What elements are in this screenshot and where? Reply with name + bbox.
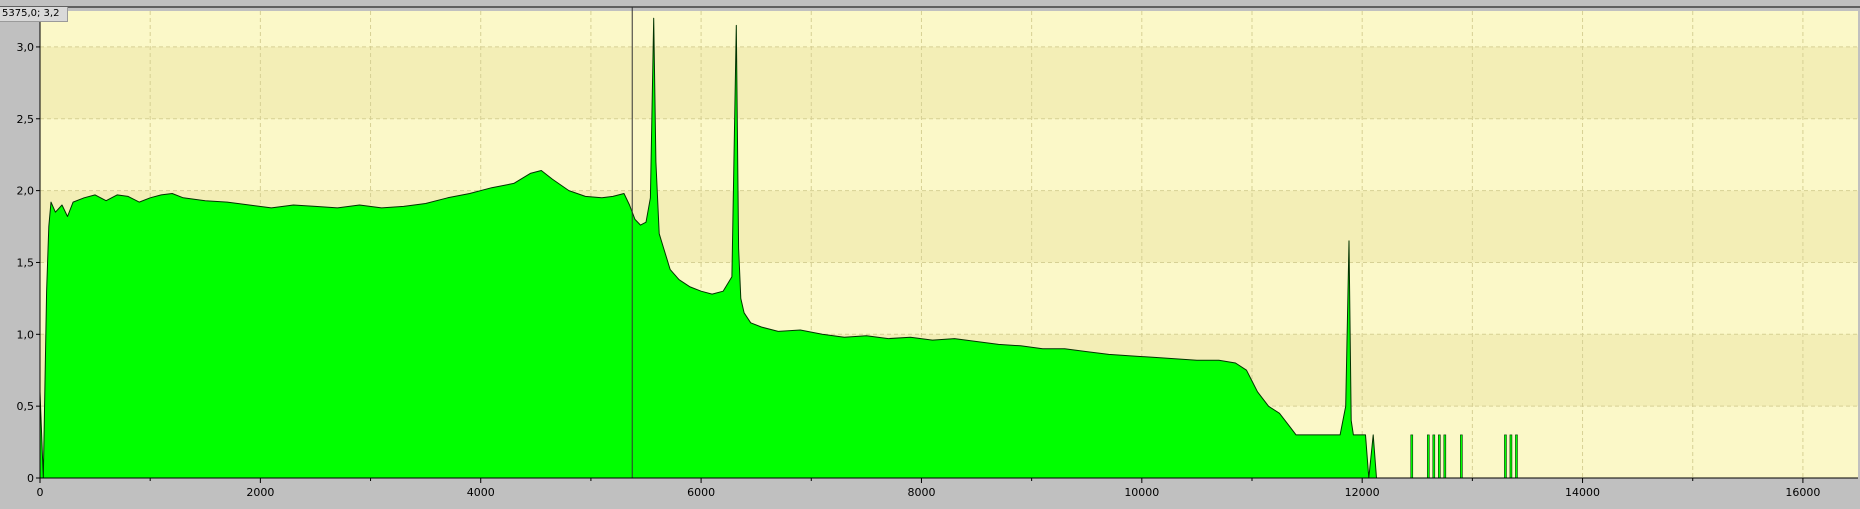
histogram-spike[interactable]	[1509, 434, 1513, 479]
y-tick-label: 2,0	[17, 185, 35, 198]
y-tick-label: 0	[27, 472, 34, 485]
histogram-spike[interactable]	[1504, 434, 1507, 479]
x-tick-label: 0	[37, 486, 44, 499]
y-tick-label: 1,0	[17, 328, 35, 341]
x-tick-label: 14000	[1565, 486, 1600, 499]
histogram-svg[interactable]: 0 0,5 1,0 1,5 2,0 2,5 3,0 0 2000 4000 6000 8000 1000…	[0, 0, 1860, 505]
histogram-spike[interactable]	[1438, 434, 1441, 479]
histogram-spike[interactable]	[1410, 434, 1414, 479]
plot-band	[40, 46, 1858, 119]
x-tick-label: 12000	[1345, 486, 1380, 499]
y-tick-label: 1,5	[17, 256, 35, 269]
histogram-spike[interactable]	[1443, 434, 1447, 479]
histogram-chart[interactable]: 0 0,5 1,0 1,5 2,0 2,5 3,0 0 2000 4000 6000 8000 1000…	[0, 0, 1860, 505]
y-tick-label: 2,5	[17, 113, 35, 126]
x-tick-label: 4000	[467, 486, 495, 499]
x-tick-label: 16000	[1785, 486, 1820, 499]
x-tick-label: 10000	[1124, 486, 1159, 499]
y-tick-label: 0,5	[17, 400, 35, 413]
x-tick-label: 8000	[907, 486, 935, 499]
histogram-spike[interactable]	[1515, 434, 1518, 479]
histogram-spike[interactable]	[1426, 434, 1430, 479]
y-tick-label: 3,0	[17, 41, 35, 54]
x-tick-label: 6000	[687, 486, 715, 499]
histogram-spike[interactable]	[1460, 434, 1463, 479]
histogram-spike[interactable]	[1432, 434, 1436, 479]
x-tick-label: 2000	[246, 486, 274, 499]
cursor-readout: 5375,0; 3,2	[0, 7, 69, 22]
